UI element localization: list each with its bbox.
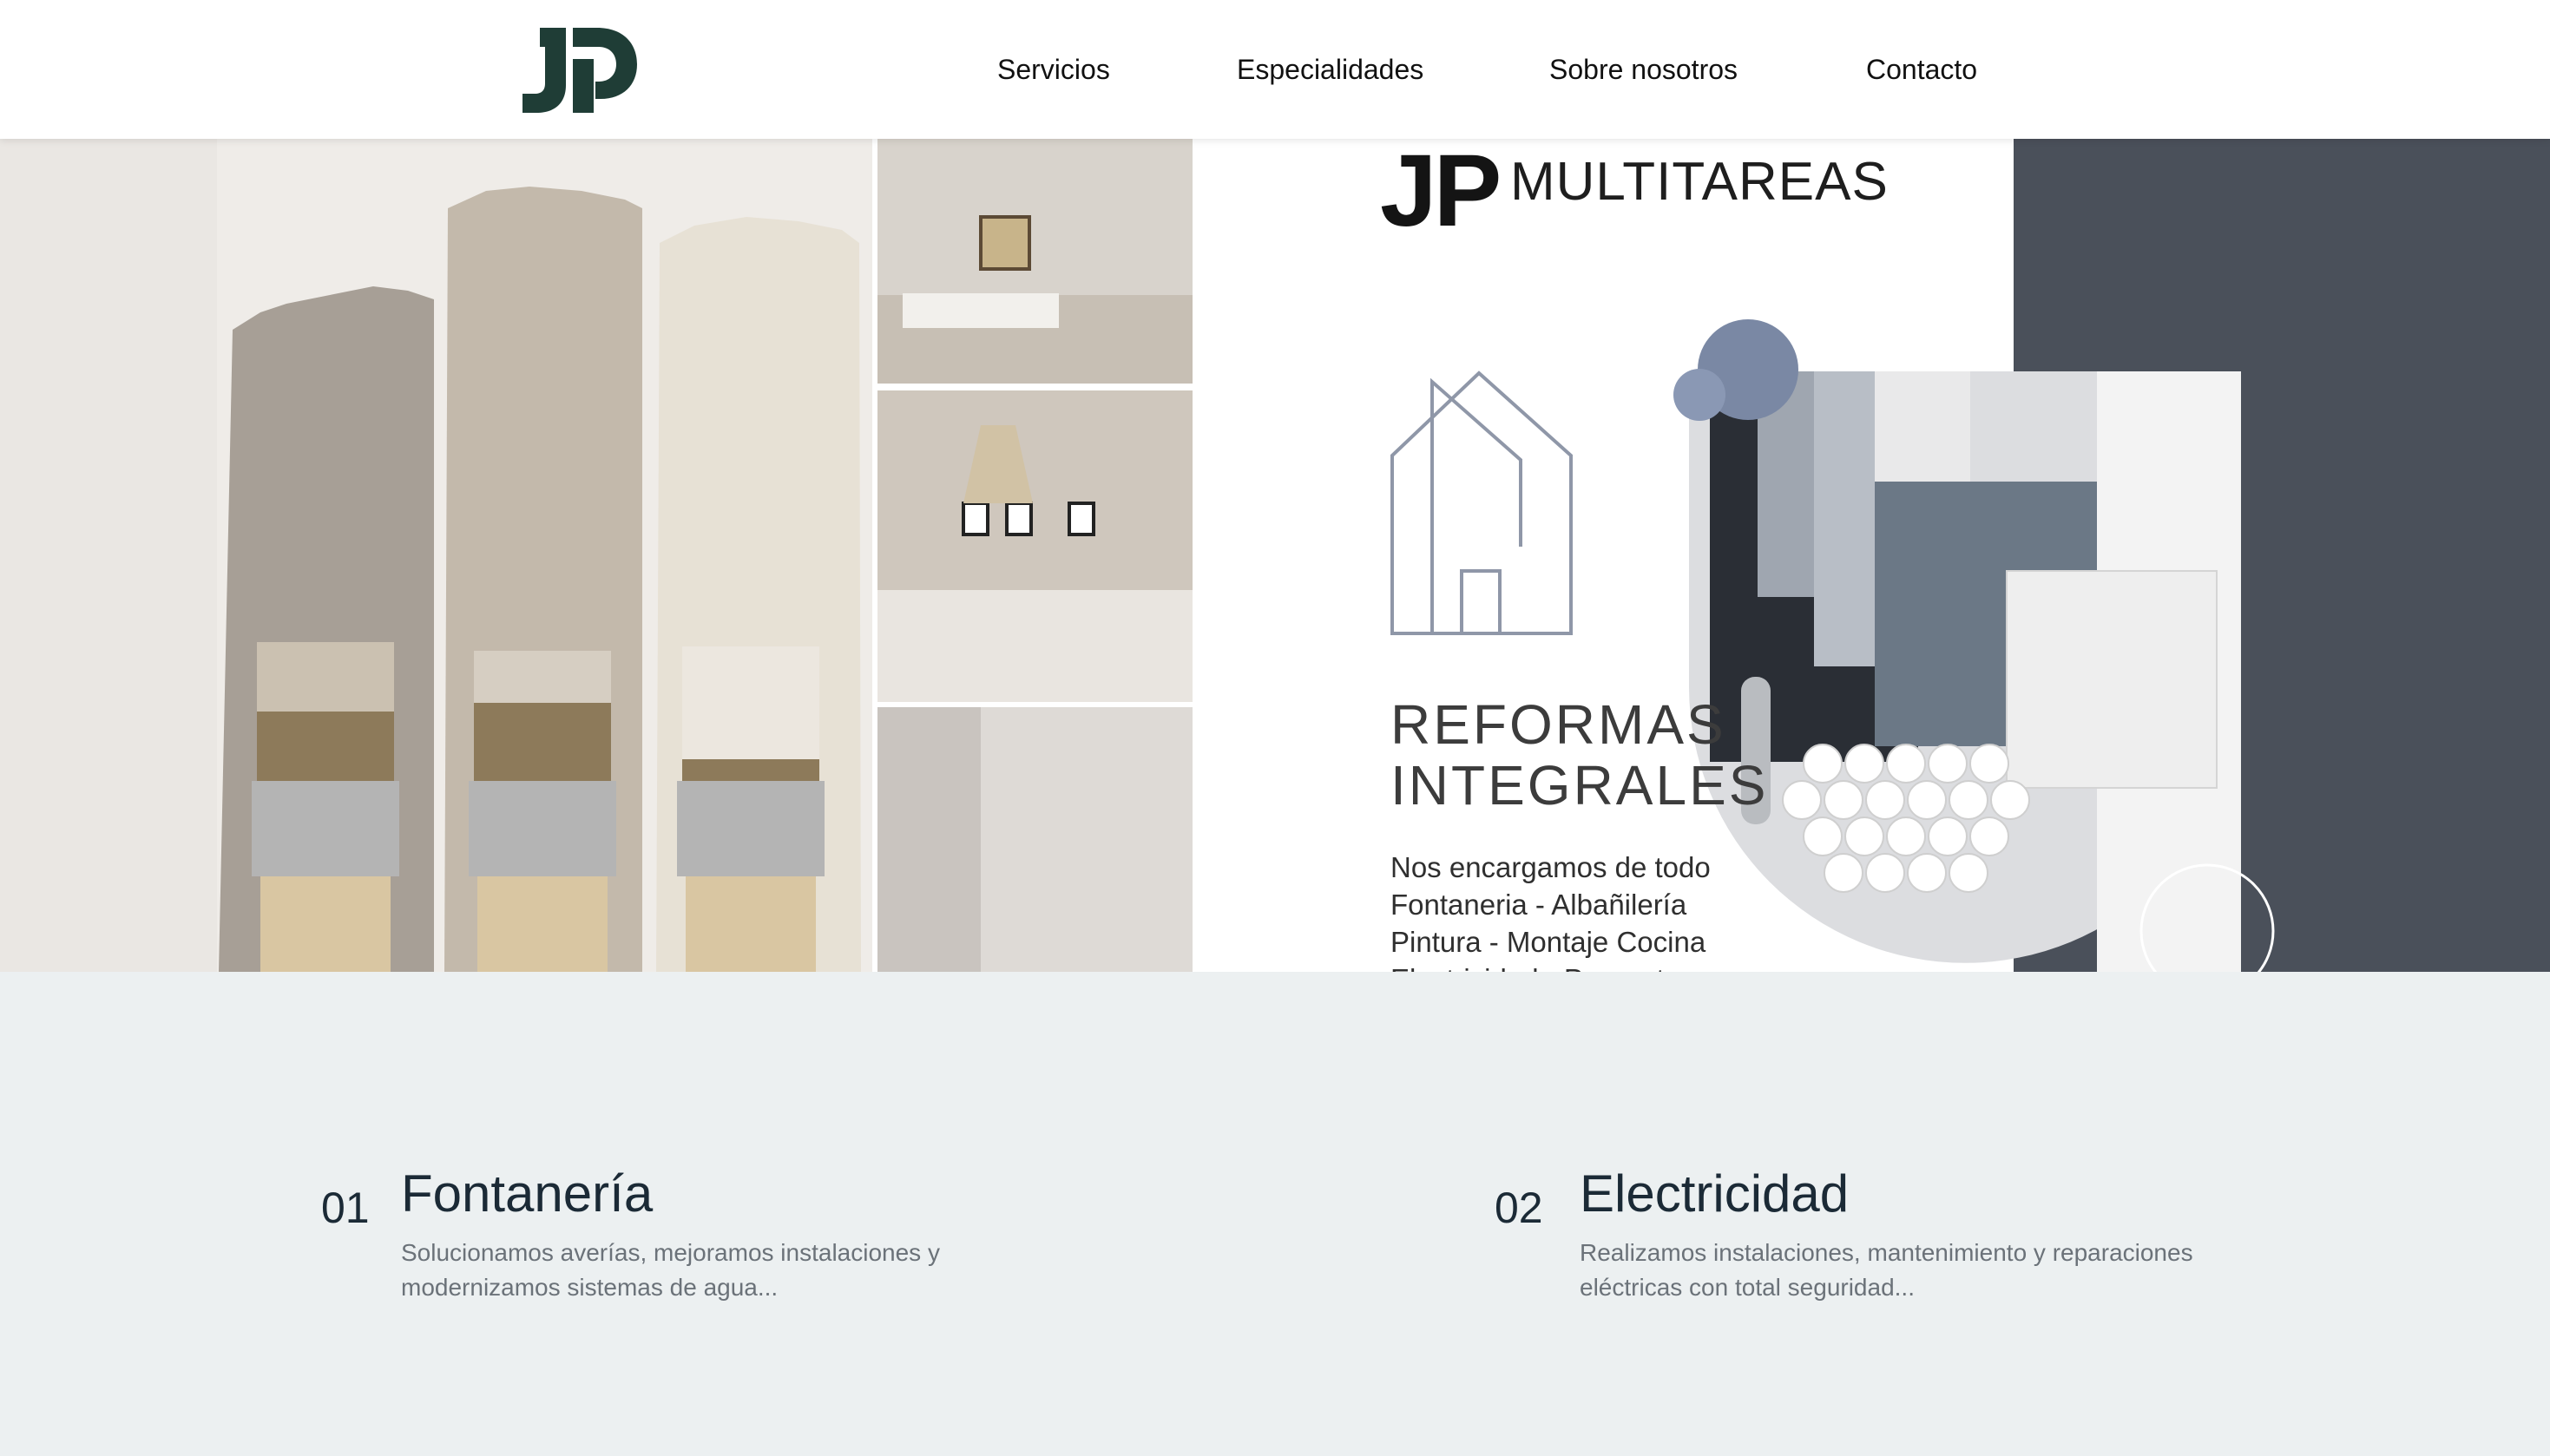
headline-line-2: INTEGRALES [1390,754,1769,817]
services-line: Electricidad - Parquet [1390,961,1711,972]
feature-number: 01 [321,1184,370,1232]
hero-banner: JP MULTITAREAS REFORMAS INTEGRALES Nos e… [0,139,2550,972]
hero-artwork [0,139,2550,972]
site-header: Servicios Especialidades Sobre nosotros … [0,0,2550,139]
feature-title: Fontanería [401,1164,654,1223]
brand-mark: JP [1380,139,1502,248]
nav-contacto[interactable]: Contacto [1866,49,1977,90]
feature-description: Realizamos instalaciones, mantenimiento … [1580,1239,2193,1301]
logo[interactable] [521,24,639,115]
services-line: Pintura - Montaje Cocina [1390,926,1706,958]
nav-servicios[interactable]: Servicios [997,49,1110,90]
feature-description: Solucionamos averías, mejoramos instalac… [401,1239,940,1301]
feature-title: Electricidad [1580,1164,1850,1223]
nav-sobre-nosotros[interactable]: Sobre nosotros [1549,49,1738,90]
banner-headline: REFORMAS INTEGRALES [1390,694,1768,816]
brand-name: MULTITAREAS [1510,152,1889,212]
nav-especialidades[interactable]: Especialidades [1237,49,1423,90]
feature-number: 02 [1495,1184,1543,1232]
headline-line-1: REFORMAS [1390,693,1726,756]
services-line: Nos encargamos de todo [1390,851,1711,883]
services-line: Fontaneria - Albañilería [1390,889,1687,921]
paint-brush-1 [252,642,399,972]
paint-brush-3 [677,646,825,972]
jp-logo-icon [522,28,637,113]
paint-brush-2 [469,651,616,972]
banner-services-list: Nos encargamos de todo Fontaneria - Alba… [1390,849,1711,972]
